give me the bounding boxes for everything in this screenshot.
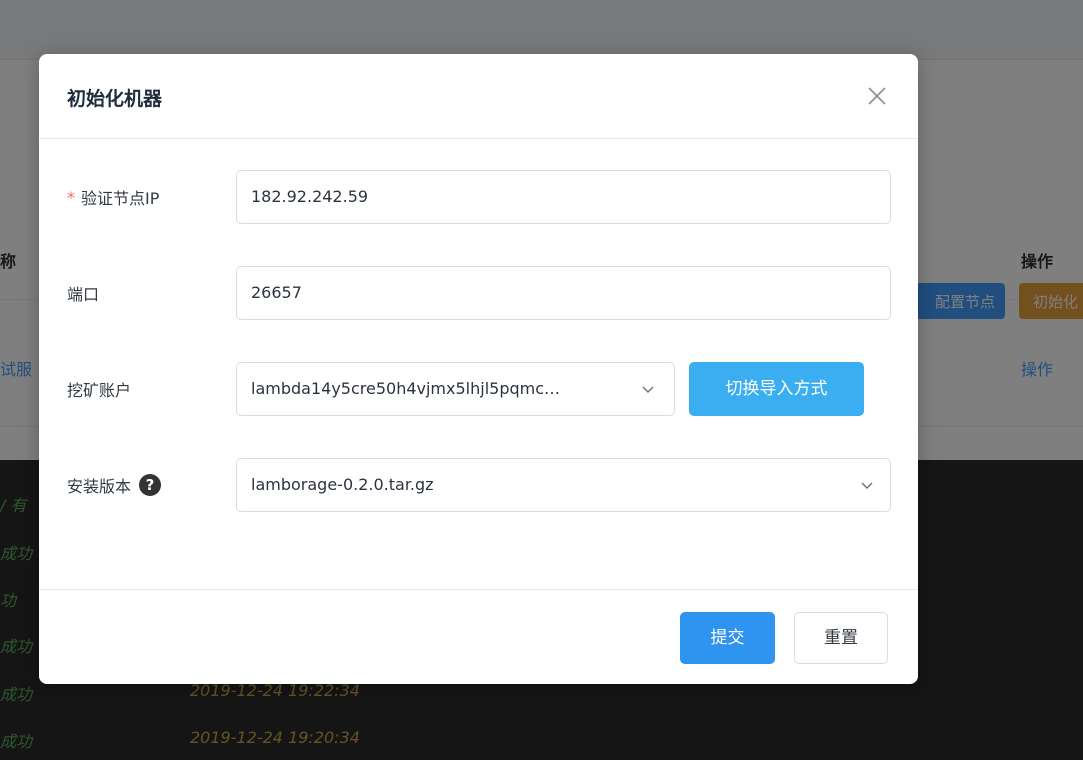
install-version-label-text: 安装版本 [67, 477, 132, 496]
mining-account-label: 挖矿账户 [67, 377, 131, 401]
mining-account-label-text: 挖矿账户 [67, 381, 132, 400]
form-row-port: 端口 26657 [39, 266, 918, 320]
dialog-title: 初始化机器 [67, 88, 163, 110]
mining-account-select[interactable]: lambda14y5cre50h4vjmx5lhjl5pqmc… [236, 362, 675, 416]
dialog-header: 初始化机器 [39, 54, 918, 139]
mining-account-value: lambda14y5cre50h4vjmx5lhjl5pqmc… [251, 379, 561, 398]
verify-node-ip-input[interactable]: 182.92.242.59 [236, 170, 891, 224]
form-row-install-version: 安装版本 ? lamborage-0.2.0.tar.gz [39, 458, 918, 512]
chevron-down-icon [859, 477, 875, 493]
port-label-text: 端口 [67, 285, 100, 304]
close-icon[interactable] [865, 84, 889, 108]
verify-node-ip-label: * 验证节点IP [67, 185, 159, 209]
install-version-select[interactable]: lamborage-0.2.0.tar.gz [236, 458, 891, 512]
form-row-verify-node-ip: * 验证节点IP 182.92.242.59 [39, 170, 918, 224]
switch-import-method-button[interactable]: 切换导入方式 [689, 362, 864, 416]
install-version-value: lamborage-0.2.0.tar.gz [251, 475, 434, 494]
help-icon[interactable]: ? [139, 474, 162, 496]
port-label: 端口 [67, 281, 99, 305]
port-input[interactable]: 26657 [236, 266, 891, 320]
chevron-down-icon [640, 381, 656, 397]
init-machine-dialog: 初始化机器 * 验证节点IP 182.92.242.59 端口 26657 挖矿… [39, 54, 918, 684]
install-version-label: 安装版本 ? [67, 473, 162, 497]
reset-button[interactable]: 重置 [794, 612, 888, 664]
form-row-mining-account: 挖矿账户 lambda14y5cre50h4vjmx5lhjl5pqmc… 切换… [39, 362, 918, 416]
submit-button[interactable]: 提交 [680, 612, 775, 664]
verify-node-ip-label-text: 验证节点IP [81, 189, 160, 208]
dialog-footer: 提交 重置 [39, 589, 918, 684]
required-mark: * [67, 187, 75, 207]
